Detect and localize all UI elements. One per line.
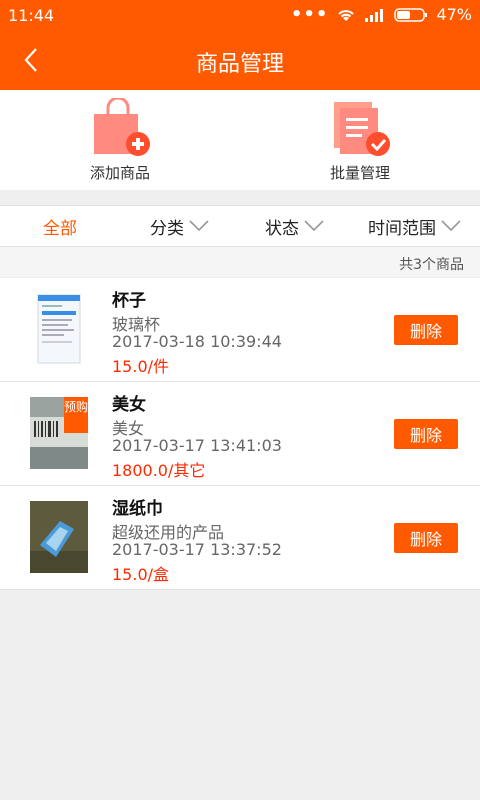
- chevron-down-icon: [189, 220, 209, 232]
- product-name: 湿纸巾: [112, 499, 163, 519]
- filter-all[interactable]: 全部: [0, 206, 120, 246]
- batch-manage-icon: [334, 102, 390, 156]
- filter-all-label: 全部: [43, 218, 77, 239]
- product-price: 15.0/盒: [112, 565, 170, 584]
- filter-status-label: 状态: [265, 218, 299, 239]
- product-price: 1800.0/其它: [112, 461, 206, 480]
- action-panel: 添加商品 批量管理: [0, 90, 480, 190]
- list-item[interactable]: 湿纸巾 超级还用的产品 2017-03-17 13:37:52 15.0/盒 删…: [0, 486, 480, 590]
- filter-category[interactable]: 分类: [120, 206, 240, 246]
- chevron-down-icon: [441, 220, 461, 232]
- status-time: 11:44: [8, 6, 55, 25]
- product-list: 杯子 玻璃杯 2017-03-18 10:39:44 15.0/件 删除 预购 …: [0, 278, 480, 590]
- product-name: 美女: [112, 395, 146, 415]
- product-name: 杯子: [112, 291, 146, 311]
- wifi-icon: [338, 9, 355, 21]
- product-count: 共3个商品: [399, 257, 464, 273]
- signal-icon: [365, 8, 384, 22]
- screenshot-thumbnail-image: [30, 293, 88, 365]
- chevron-down-icon: [304, 220, 324, 232]
- delete-button[interactable]: 删除: [394, 419, 458, 449]
- product-thumbnail[interactable]: 预购: [30, 397, 88, 469]
- app-bar: 商品管理: [0, 30, 480, 90]
- filter-status[interactable]: 状态: [240, 206, 350, 246]
- list-item[interactable]: 预购 美女 美女 2017-03-17 13:41:03 1800.0/其它 删…: [0, 382, 480, 486]
- presale-tag: 预购: [64, 397, 88, 433]
- status-icons: ••• 47%: [291, 5, 472, 24]
- list-item[interactable]: 杯子 玻璃杯 2017-03-18 10:39:44 15.0/件 删除: [0, 278, 480, 382]
- product-date: 2017-03-17 13:41:03: [112, 436, 282, 455]
- product-thumbnail[interactable]: [30, 501, 88, 573]
- add-product-button[interactable]: 添加商品: [0, 90, 240, 190]
- delete-button[interactable]: 删除: [394, 315, 458, 345]
- product-price: 15.0/件: [112, 357, 170, 376]
- batch-manage-label: 批量管理: [329, 164, 390, 182]
- product-date: 2017-03-17 13:37:52: [112, 540, 282, 559]
- battery-icon: [394, 7, 428, 22]
- status-bar: 11:44 ••• 47%: [0, 0, 480, 30]
- product-date: 2017-03-18 10:39:44: [112, 332, 282, 351]
- batch-manage-button[interactable]: 批量管理: [240, 90, 480, 190]
- more-dots-icon: •••: [290, 3, 329, 25]
- filter-time-range[interactable]: 时间范围: [350, 206, 480, 246]
- filter-category-label: 分类: [150, 218, 184, 239]
- filter-time-range-label: 时间范围: [368, 218, 436, 239]
- product-thumbnail[interactable]: [30, 293, 88, 365]
- filter-bar: 全部 分类 状态 时间范围: [0, 205, 480, 247]
- battery-percent: 47%: [436, 5, 472, 24]
- photo-thumbnail-image: [30, 501, 88, 573]
- add-product-label: 添加商品: [89, 164, 150, 182]
- count-bar: 共3个商品: [0, 247, 480, 277]
- page-title: 商品管理: [195, 52, 284, 77]
- delete-button[interactable]: 删除: [394, 523, 458, 553]
- shopping-bag-add-icon: [94, 98, 150, 156]
